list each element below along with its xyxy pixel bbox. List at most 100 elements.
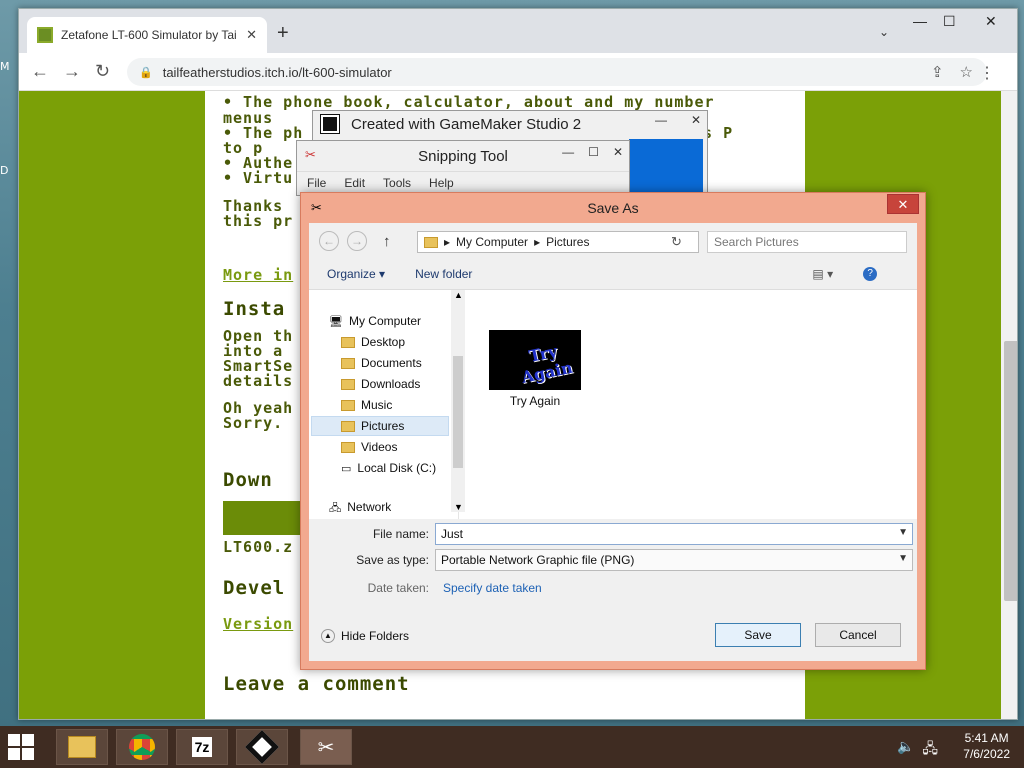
page-scrollbar[interactable]: [1001, 91, 1017, 719]
back-icon[interactable]: ←: [319, 231, 339, 251]
maximize-button[interactable]: ☐: [588, 145, 599, 159]
tree-documents[interactable]: Documents: [341, 356, 422, 370]
taskbar-file-explorer[interactable]: [56, 729, 108, 765]
refresh-icon[interactable]: ↻: [671, 234, 682, 250]
file-name-label: File name:: [372, 527, 429, 541]
menu-tools[interactable]: Tools: [383, 176, 411, 190]
url-text[interactable]: tailfeatherstudios.itch.io/lt-600-simula…: [163, 65, 392, 80]
tree-label: Pictures: [361, 419, 405, 433]
path-pictures[interactable]: Pictures: [546, 235, 589, 249]
folder-icon: [341, 336, 355, 348]
up-folder-icon[interactable]: ↑: [383, 233, 391, 250]
install-heading: Insta: [223, 298, 286, 320]
taskbar-gamemaker[interactable]: [236, 729, 288, 765]
nav-scrollbar[interactable]: ▲ ▼: [451, 290, 465, 512]
snipping-tool-window[interactable]: ✂ Snipping Tool — ☐ ✕ File Edit Tools He…: [296, 140, 630, 196]
download-button[interactable]: [223, 501, 303, 535]
network-icon[interactable]: 🖧: [922, 738, 938, 762]
tree-network[interactable]: 🖧 Network: [329, 500, 391, 512]
forward-icon[interactable]: →: [63, 61, 81, 81]
dialog-body: ← → ↑ ▸ My Computer ▸ Pictures ↻ Search …: [309, 223, 917, 661]
save-type-select[interactable]: Portable Network Graphic file (PNG) ▼: [435, 549, 913, 571]
folder-icon: [341, 378, 355, 390]
path-breadcrumb[interactable]: ▸ My Computer ▸ Pictures: [417, 231, 699, 253]
tree-pictures[interactable]: Pictures: [311, 416, 449, 436]
windows-logo-icon: [8, 734, 20, 746]
scrollbar-thumb[interactable]: [453, 356, 463, 468]
network-icon: 🖧: [329, 503, 342, 512]
new-tab-button[interactable]: +: [277, 23, 289, 43]
leave-comment-heading: Leave a comment: [223, 673, 410, 695]
organize-button[interactable]: Organize ▾: [327, 267, 385, 281]
chevron-down-icon[interactable]: ▼: [898, 527, 908, 538]
file-name-value: Just: [441, 527, 464, 541]
start-button[interactable]: [8, 734, 34, 760]
version-link[interactable]: Version: [223, 615, 293, 633]
tree-music[interactable]: Music: [341, 398, 392, 412]
gamemaker-icon: [245, 730, 279, 764]
more-info-link[interactable]: More in: [223, 266, 293, 284]
help-icon[interactable]: ?: [863, 267, 878, 281]
maximize-button[interactable]: ☐: [943, 13, 956, 30]
download-filename: LT600.z: [223, 538, 294, 556]
volume-muted-icon[interactable]: 🔈: [897, 738, 914, 762]
minimize-button[interactable]: —: [655, 113, 667, 127]
forward-icon[interactable]: →: [347, 231, 367, 251]
desktop-icon-label-d[interactable]: D: [0, 164, 8, 177]
menu-edit[interactable]: Edit: [344, 176, 365, 190]
command-bar: Organize ▾ New folder ▤ ▾ ?: [309, 259, 917, 289]
close-button[interactable]: ✕: [691, 113, 701, 127]
tree-label: My Computer: [348, 314, 421, 328]
cancel-button[interactable]: Cancel: [815, 623, 901, 647]
menu-file[interactable]: File: [307, 176, 326, 190]
dialog-title: Save As: [587, 200, 639, 216]
hide-folders-button[interactable]: ▲ Hide Folders: [321, 629, 409, 643]
reload-icon[interactable]: ↻: [95, 61, 110, 81]
tab-close-icon[interactable]: ✕: [246, 27, 257, 43]
taskbar-7zip[interactable]: 7z: [176, 729, 228, 765]
browser-tab[interactable]: Zetafone LT-600 Simulator by Tai ✕: [27, 17, 267, 53]
desktop-icon-label-m[interactable]: M: [0, 60, 10, 73]
tree-downloads[interactable]: Downloads: [341, 377, 420, 391]
view-options-icon[interactable]: ▤ ▾: [812, 267, 833, 281]
menu-icon[interactable]: ⋮: [979, 63, 995, 83]
scroll-up-icon[interactable]: ▲: [454, 290, 463, 300]
windows-logo-icon: [22, 748, 34, 760]
tree-videos[interactable]: Videos: [341, 440, 397, 454]
tree-my-computer[interactable]: 🖥 My Computer: [329, 314, 421, 328]
minimize-button[interactable]: —: [562, 145, 574, 159]
minimize-button[interactable]: —: [913, 13, 927, 29]
save-button[interactable]: Save: [715, 623, 801, 647]
tree-label: Documents: [361, 356, 422, 370]
file-item-try-again[interactable]: Try Again Try Again: [489, 330, 581, 408]
menu-help[interactable]: Help: [429, 176, 454, 190]
tree-local-disk[interactable]: ▭ Local Disk (C:): [341, 461, 436, 475]
scrollbar-thumb[interactable]: [1004, 341, 1017, 601]
share-icon[interactable]: ⇪: [931, 63, 944, 81]
folder-icon: [341, 420, 355, 432]
tree-desktop[interactable]: Desktop: [341, 335, 405, 349]
file-name-input[interactable]: Just ▼: [435, 523, 913, 545]
lock-icon[interactable]: 🔒: [139, 66, 153, 79]
new-folder-button[interactable]: New folder: [415, 267, 472, 281]
snipping-title: Snipping Tool: [418, 147, 508, 165]
back-icon[interactable]: ←: [31, 61, 49, 81]
specify-date-link[interactable]: Specify date taken: [443, 581, 542, 595]
taskbar-chrome[interactable]: [116, 729, 168, 765]
taskbar-snipping-tool[interactable]: ✂: [300, 729, 352, 765]
search-input[interactable]: Search Pictures: [707, 231, 907, 253]
save-as-dialog: ✂ Save As ✕ ← → ↑ ▸ My Computer ▸ Pictur…: [300, 192, 926, 670]
tab-search-button[interactable]: ⌄: [879, 25, 889, 39]
text-line: Sorry.: [223, 414, 284, 432]
chevron-down-icon[interactable]: ▼: [898, 553, 908, 564]
close-button[interactable]: ✕: [613, 145, 623, 159]
path-my-computer[interactable]: My Computer: [456, 235, 528, 249]
address-bar[interactable]: 🔒 tailfeatherstudios.itch.io/lt-600-simu…: [127, 58, 987, 86]
game-canvas[interactable]: [629, 139, 703, 197]
dialog-close-button[interactable]: ✕: [887, 194, 919, 214]
clock[interactable]: 5:41 AM 7/6/2022: [963, 730, 1010, 762]
close-button[interactable]: ✕: [985, 13, 997, 30]
bookmark-star-icon[interactable]: ☆: [960, 63, 973, 81]
thumbnail-text: Try Again: [519, 341, 575, 387]
scroll-down-icon[interactable]: ▼: [454, 502, 463, 512]
